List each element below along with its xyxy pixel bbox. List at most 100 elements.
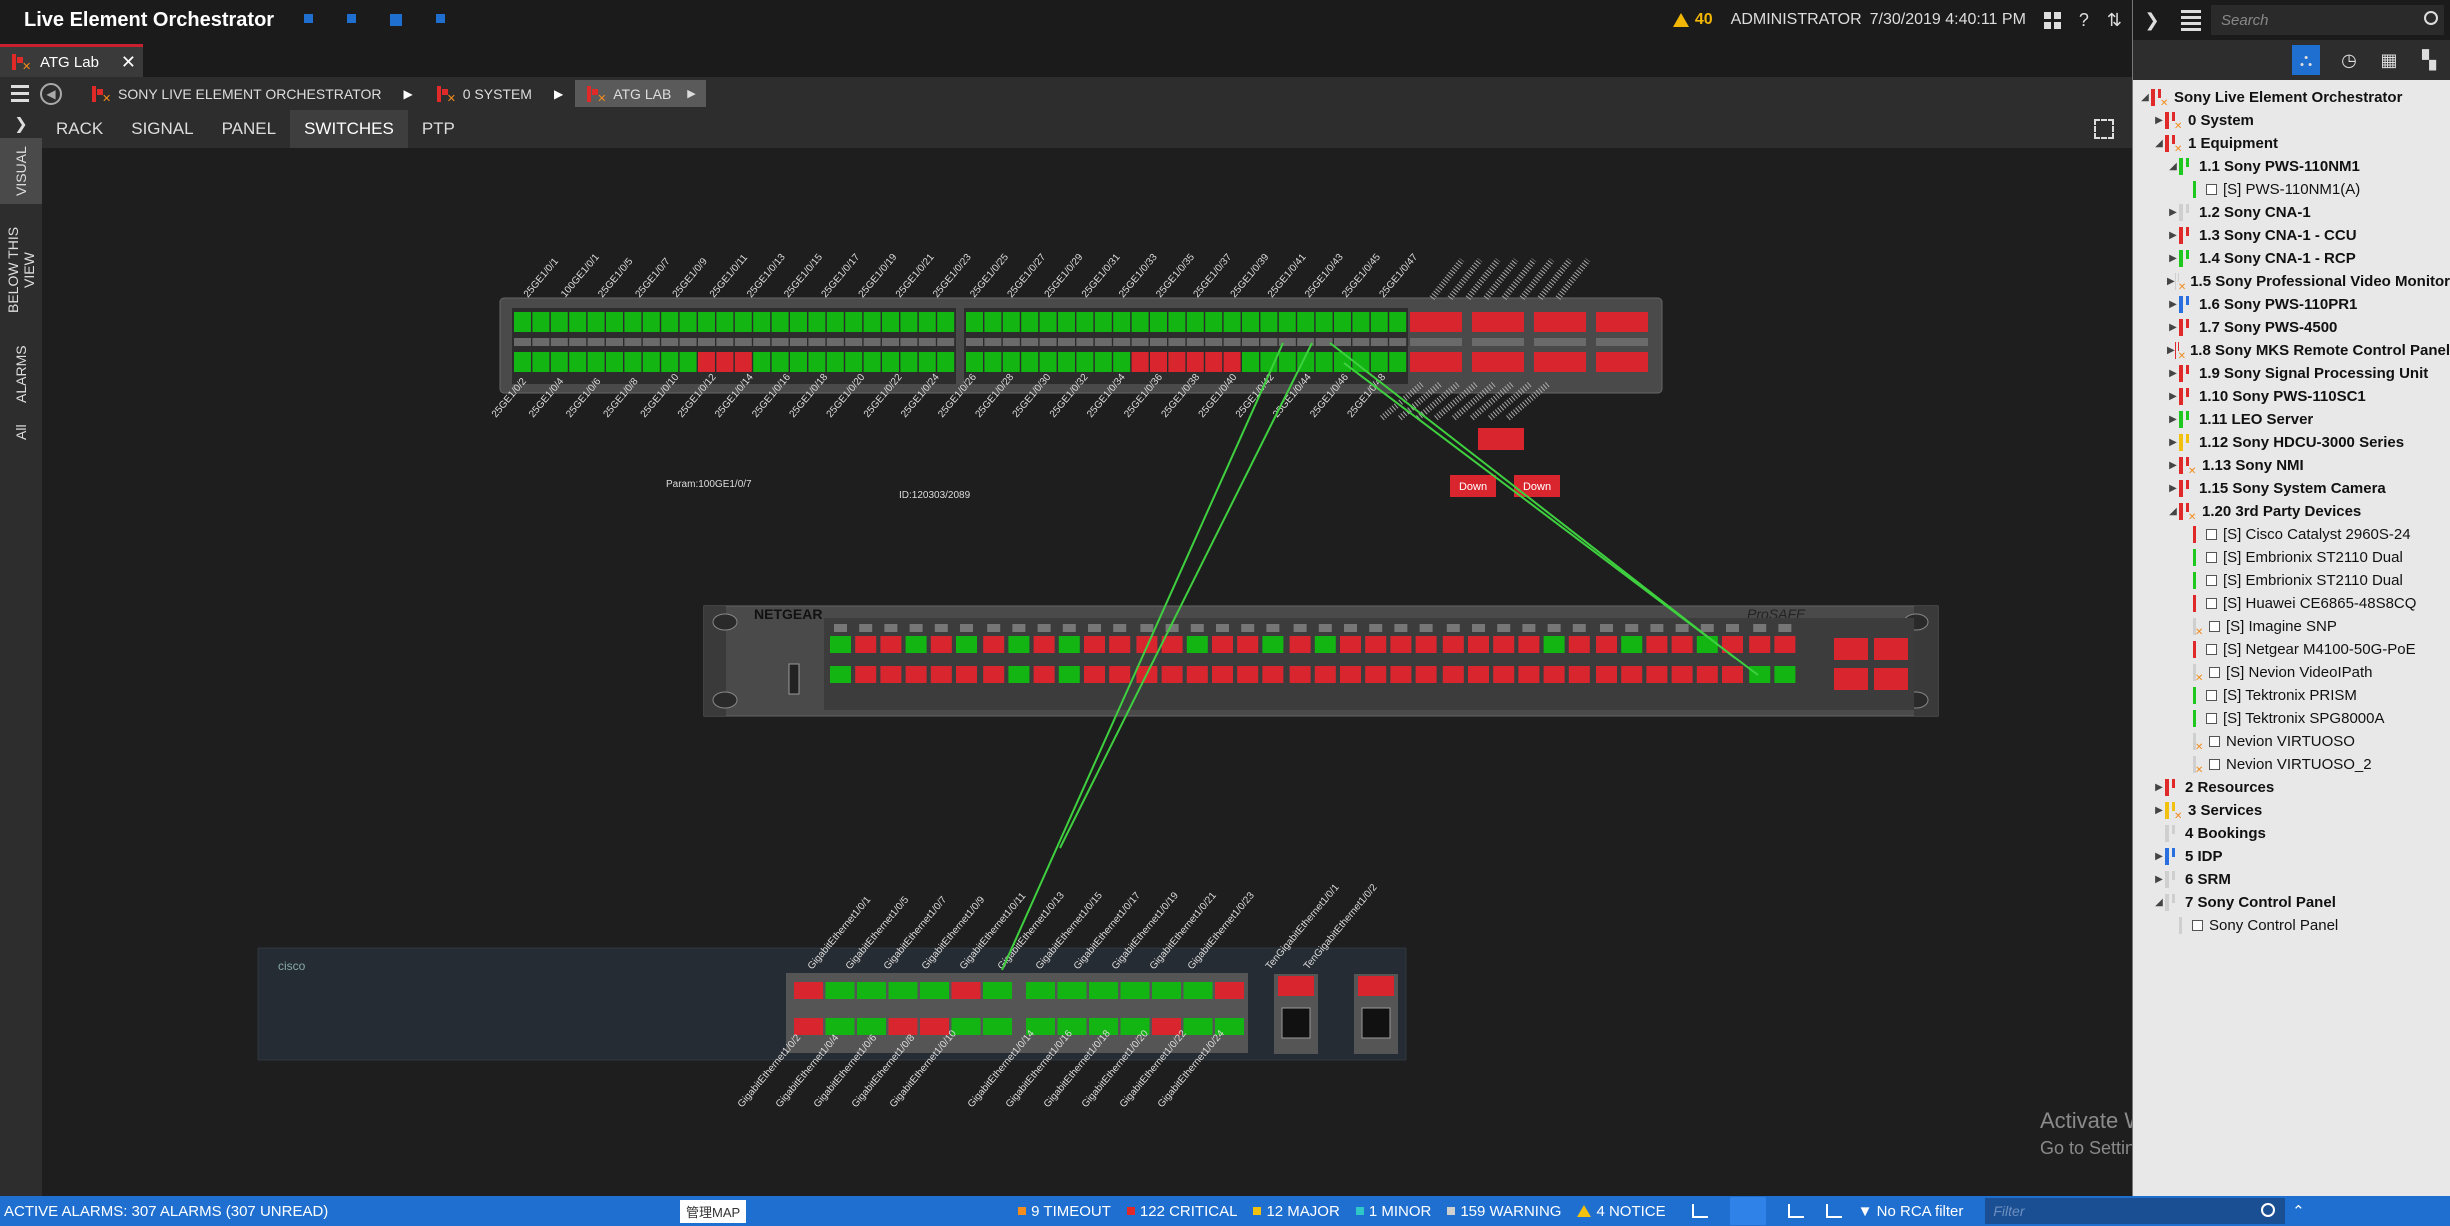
netgear-port[interactable] xyxy=(1365,666,1387,683)
switch-port[interactable] xyxy=(1315,352,1333,372)
netgear-port[interactable] xyxy=(855,666,877,683)
switch-port[interactable] xyxy=(900,312,918,332)
netgear-port[interactable] xyxy=(930,636,952,653)
tree-item[interactable]: ◢ 7 Sony Control Panel xyxy=(2133,891,2450,914)
netgear-port[interactable] xyxy=(956,666,977,683)
switch-port[interactable] xyxy=(937,312,955,332)
expand-up-icon[interactable]: ⌃ xyxy=(2285,1202,2311,1220)
netgear-port[interactable] xyxy=(1058,666,1080,683)
netgear-port[interactable] xyxy=(1186,636,1208,653)
switch-port[interactable] xyxy=(1186,352,1204,372)
side-tab-alarms[interactable]: ALARMS xyxy=(0,336,42,412)
cisco-port[interactable] xyxy=(983,1018,1012,1035)
netgear-port[interactable] xyxy=(830,636,851,653)
chevron-right-icon[interactable]: ▶ xyxy=(2167,483,2179,494)
tree-item[interactable]: ▶ 1.6 Sony PWS-110PR1 xyxy=(2133,293,2450,316)
tab-panel[interactable]: PANEL xyxy=(208,110,291,148)
switch-port[interactable] xyxy=(1113,352,1131,372)
switch-port[interactable] xyxy=(532,352,550,372)
netgear-port[interactable] xyxy=(1186,666,1208,683)
tree-item[interactable]: ▶ 1.10 Sony PWS-110SC1 xyxy=(2133,385,2450,408)
netgear-port[interactable] xyxy=(1543,636,1565,653)
chevron-down-icon[interactable]: ◢ xyxy=(2153,138,2165,149)
switch-port[interactable] xyxy=(661,352,679,372)
breadcrumb-arrow-icon[interactable]: ▶ xyxy=(554,87,563,101)
switch-port[interactable] xyxy=(771,352,789,372)
cisco-port[interactable] xyxy=(1089,982,1118,999)
switch-port[interactable] xyxy=(1168,312,1186,332)
netgear-port[interactable] xyxy=(1722,666,1743,683)
fullscreen-icon[interactable] xyxy=(2094,119,2114,139)
switch-port[interactable] xyxy=(1168,352,1186,372)
breadcrumb-arrow-icon[interactable]: ▶ xyxy=(403,87,412,101)
qsfp-port[interactable] xyxy=(1596,352,1648,372)
netgear-sfp-port[interactable] xyxy=(1874,668,1908,690)
netgear-port[interactable] xyxy=(1058,636,1080,653)
tree-item[interactable]: ▶ 1.15 Sony System Camera xyxy=(2133,477,2450,500)
help-button[interactable]: ? xyxy=(2079,10,2089,31)
tree-item[interactable]: ▶ 1.9 Sony Signal Processing Unit xyxy=(2133,362,2450,385)
tree-item[interactable]: ▶ 1.2 Sony CNA-1 xyxy=(2133,201,2450,224)
window-dot-2[interactable] xyxy=(347,14,356,23)
switch-port[interactable] xyxy=(1223,312,1241,332)
tree-item[interactable]: [S] Embrionix ST2110 Dual xyxy=(2133,569,2450,592)
netgear-port[interactable] xyxy=(1646,636,1668,653)
switch-port[interactable] xyxy=(661,312,679,332)
tree-item[interactable]: ◢ ✕ 1 Equipment xyxy=(2133,132,2450,155)
search-icon[interactable] xyxy=(2261,1203,2276,1217)
switch-port[interactable] xyxy=(1039,352,1057,372)
switch-port[interactable] xyxy=(863,352,881,372)
chevron-right-icon[interactable]: ▶ xyxy=(2167,230,2179,241)
switch-port[interactable] xyxy=(966,352,983,372)
chevron-down-icon[interactable]: ◢ xyxy=(2167,161,2179,172)
netgear-port[interactable] xyxy=(1161,666,1183,683)
tree-item[interactable]: ▶ 6 SRM xyxy=(2133,868,2450,891)
cisco-port[interactable] xyxy=(857,1018,886,1035)
switch-port[interactable] xyxy=(1002,352,1020,372)
switch-port[interactable] xyxy=(606,312,623,332)
tree-item[interactable]: [S] Cisco Catalyst 2960S-24 xyxy=(2133,523,2450,546)
cisco-port[interactable] xyxy=(1120,982,1150,999)
netgear-sfp-port[interactable] xyxy=(1834,638,1868,660)
netgear-port[interactable] xyxy=(1774,666,1796,683)
switch-port[interactable] xyxy=(1150,352,1167,372)
chevron-right-icon[interactable]: ▶ xyxy=(2167,207,2179,218)
switch-port[interactable] xyxy=(1278,312,1296,332)
qsfp-port[interactable] xyxy=(1596,312,1648,332)
switch-port[interactable] xyxy=(1002,312,1020,332)
switch-port[interactable] xyxy=(569,312,587,332)
netgear-port[interactable] xyxy=(1289,666,1311,683)
tree-item[interactable]: ▶ ✕ 0 System xyxy=(2133,109,2450,132)
switch-port[interactable] xyxy=(734,352,752,372)
tree-item[interactable]: ✕ Nevion VIRTUOSO xyxy=(2133,730,2450,753)
tree-item[interactable]: ▶ 1.7 Sony PWS-4500 xyxy=(2133,316,2450,339)
netgear-sfp-port[interactable] xyxy=(1874,638,1908,660)
switch-port[interactable] xyxy=(900,352,918,372)
netgear-port[interactable] xyxy=(1518,666,1540,683)
switch-port[interactable] xyxy=(1315,312,1333,332)
sort-arrows-icon[interactable]: ⇅ xyxy=(2107,10,2122,31)
netgear-port[interactable] xyxy=(1365,636,1387,653)
chevron-right-icon[interactable]: ▶ xyxy=(2167,368,2179,379)
switch-port[interactable] xyxy=(808,312,826,332)
netgear-port[interactable] xyxy=(1237,666,1259,683)
window-dot-1[interactable] xyxy=(304,14,313,23)
cisco-port[interactable] xyxy=(857,982,886,999)
cisco-port[interactable] xyxy=(825,1018,855,1035)
tree-item[interactable]: [S] PWS-110NM1(A) xyxy=(2133,178,2450,201)
netgear-port[interactable] xyxy=(1084,636,1105,653)
tree-item[interactable]: 4 Bookings xyxy=(2133,822,2450,845)
netgear-port[interactable] xyxy=(1084,666,1105,683)
tab-rack[interactable]: RACK xyxy=(42,110,117,148)
tree-item[interactable]: ▶ 1.12 Sony HDCU-3000 Series xyxy=(2133,431,2450,454)
netgear-port[interactable] xyxy=(1493,636,1515,653)
switch-port[interactable] xyxy=(1021,352,1039,372)
netgear-port[interactable] xyxy=(930,666,952,683)
chevron-down-icon[interactable]: ◢ xyxy=(2139,92,2151,103)
chevron-right-icon[interactable]: ▶ xyxy=(2167,437,2179,448)
switch-port[interactable] xyxy=(882,312,899,332)
switch-port[interactable] xyxy=(1021,312,1039,332)
cisco-port[interactable] xyxy=(951,982,981,999)
netgear-port[interactable] xyxy=(1621,666,1643,683)
switch-port[interactable] xyxy=(1076,352,1094,372)
